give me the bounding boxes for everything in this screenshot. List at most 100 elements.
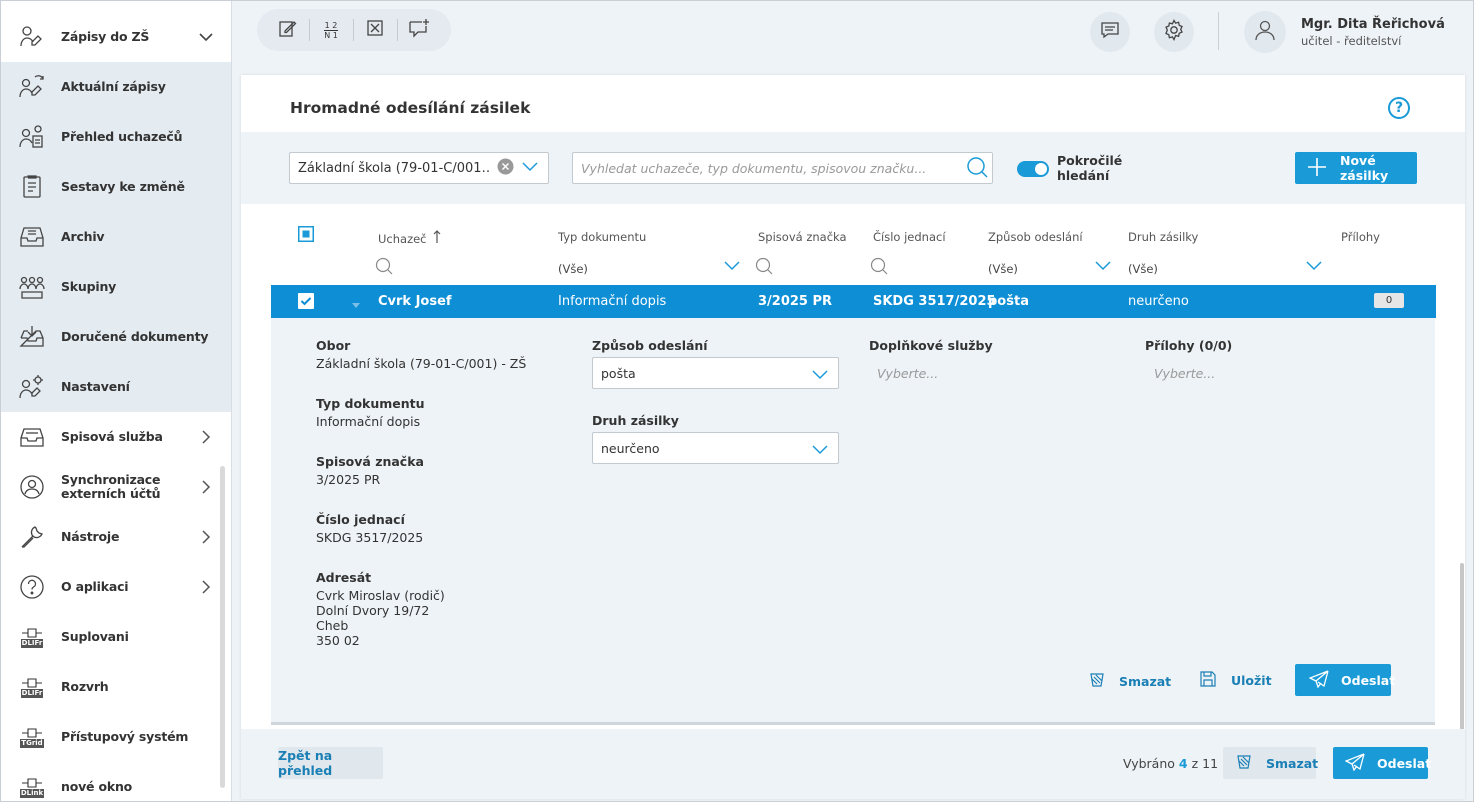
column-header-method[interactable]: Způsob odeslání bbox=[988, 230, 1083, 244]
column-header-file-mark[interactable]: Spisová značka bbox=[758, 230, 847, 244]
kind-filter-select[interactable]: (Vše) bbox=[1128, 262, 1158, 276]
sidebar-item-about[interactable]: O aplikaci bbox=[1, 562, 231, 612]
search-icon[interactable] bbox=[966, 156, 988, 181]
row-detail-panel: Obor Základní škola (79-01-C/001) - ZŠ T… bbox=[271, 318, 1464, 773]
services-select[interactable]: Vyberte... bbox=[877, 366, 938, 381]
sidebar-item-label: Zápisy do ZŠ bbox=[61, 29, 150, 44]
sidebar-item-rozvrh[interactable]: DLIFr Rozvrh bbox=[1, 662, 231, 712]
sidebar-item-current-enrollments[interactable]: Aktuální zápisy bbox=[1, 62, 231, 112]
sidebar-item-sync[interactable]: Synchronizace externích účtů bbox=[1, 462, 231, 512]
table-row[interactable]: Cvrk Josef Informační dopis 3/2025 PR SK… bbox=[271, 285, 1436, 318]
chevron-down-icon[interactable] bbox=[1306, 260, 1322, 274]
sidebar-item-tools[interactable]: Nástroje bbox=[1, 512, 231, 562]
selection-total: 11 bbox=[1202, 756, 1219, 771]
help-button[interactable]: ? bbox=[1388, 97, 1410, 119]
selection-prefix: Vybráno bbox=[1123, 756, 1175, 771]
sidebar-item-label: O aplikaci bbox=[61, 579, 129, 594]
filter-search-icon[interactable] bbox=[870, 257, 888, 278]
column-header-doc-type[interactable]: Typ dokumentu bbox=[558, 230, 646, 244]
advanced-search-toggle[interactable] bbox=[1017, 161, 1049, 177]
sidebar-item-label: Spisová služba bbox=[61, 429, 163, 444]
settings-button[interactable] bbox=[1154, 12, 1194, 52]
applicants-overview-icon bbox=[18, 123, 46, 151]
chevron-right-icon bbox=[201, 579, 211, 599]
send-button[interactable]: Odeslat bbox=[1295, 664, 1395, 696]
new-shipments-button[interactable]: Nové zásilky bbox=[1295, 152, 1417, 184]
filter-search-icon[interactable] bbox=[375, 257, 393, 278]
select-all-checkbox[interactable] bbox=[298, 226, 314, 246]
sidebar-item-reports[interactable]: Sestavy ke změně bbox=[1, 162, 231, 212]
doc-type-filter-select[interactable]: (Vše) bbox=[558, 262, 588, 276]
wrench-icon bbox=[18, 523, 46, 551]
attachments-label: Přílohy (0/0) bbox=[1145, 338, 1233, 353]
dlifr-plugin-icon: DLIFr bbox=[18, 673, 46, 701]
sidebar-item-new-window[interactable]: DLink nové okno bbox=[1, 762, 231, 801]
chevron-down-icon[interactable] bbox=[522, 161, 538, 176]
user-name[interactable]: Mgr. Dita Řeřichová bbox=[1301, 17, 1445, 32]
close-box-button[interactable] bbox=[353, 9, 397, 51]
plugin-badge: DLIFr bbox=[20, 638, 44, 648]
attachments-select[interactable]: Vyberte... bbox=[1154, 366, 1215, 381]
method-filter-select[interactable]: (Vše) bbox=[988, 262, 1018, 276]
bulk-delete-button[interactable]: Smazat bbox=[1223, 747, 1318, 779]
file-mark-label: Spisová značka bbox=[316, 454, 424, 469]
reports-icon bbox=[18, 173, 46, 201]
sidebar-item-settings[interactable]: Nastavení bbox=[1, 362, 231, 412]
kind-select[interactable]: neurčeno bbox=[592, 432, 839, 464]
doc-type-value: Informační dopis bbox=[316, 414, 421, 429]
numbering-button[interactable]: 1 2 N 1 bbox=[309, 9, 353, 51]
sidebar-item-archive[interactable]: Archiv bbox=[1, 212, 231, 262]
attachments-count-badge: 0 bbox=[1374, 293, 1404, 308]
chevron-down-icon[interactable] bbox=[724, 260, 740, 274]
kind-label: Druh zásilky bbox=[592, 413, 679, 428]
sidebar: Zápisy do ZŠ Aktuální zápisy Přehled uch… bbox=[1, 1, 232, 801]
filing-icon bbox=[18, 423, 46, 451]
cell-applicant: Cvrk Josef bbox=[378, 294, 452, 309]
search-input[interactable]: Vyhledat uchazeče, typ dokumentu, spisov… bbox=[572, 152, 993, 184]
back-to-overview-button[interactable]: Zpět na přehled bbox=[278, 747, 383, 779]
horizontal-scrollbar[interactable] bbox=[271, 722, 1435, 725]
filter-search-icon[interactable] bbox=[755, 257, 773, 278]
save-button[interactable]: Uložit bbox=[1199, 670, 1272, 691]
clear-icon[interactable] bbox=[497, 158, 514, 179]
column-header-ref-number[interactable]: Číslo jednací bbox=[873, 230, 946, 244]
chevron-right-icon bbox=[201, 479, 211, 499]
row-checkbox[interactable] bbox=[298, 293, 314, 313]
addressee-line: Cvrk Miroslav (rodič) bbox=[316, 588, 445, 603]
chevron-down-icon[interactable] bbox=[1095, 260, 1111, 274]
sidebar-item-suplovani[interactable]: DLIFr Suplovani bbox=[1, 612, 231, 662]
column-header-attachments[interactable]: Přílohy bbox=[1341, 230, 1380, 244]
add-comment-button[interactable] bbox=[397, 9, 441, 51]
sidebar-item-label: Sestavy ke změně bbox=[61, 179, 185, 194]
method-select[interactable]: pošta bbox=[592, 357, 839, 389]
sidebar-item-access-system[interactable]: TGrid Přístupový systém bbox=[1, 712, 231, 762]
school-select[interactable]: Základní škola (79-01-C/001… bbox=[289, 152, 549, 184]
column-header-kind[interactable]: Druh zásilky bbox=[1128, 230, 1198, 244]
topbar-divider bbox=[1218, 12, 1219, 50]
sidebar-item-label: Suplovani bbox=[61, 629, 129, 644]
add-comment-icon bbox=[408, 18, 430, 42]
column-header-applicant[interactable]: Uchazeč bbox=[378, 230, 441, 246]
sidebar-item-inbox[interactable]: Doručené dokumenty bbox=[1, 312, 231, 362]
cell-ref-number: SKDG 3517/2025 bbox=[873, 294, 996, 309]
gear-icon bbox=[1163, 19, 1185, 45]
numbering-top: 1 2 bbox=[324, 20, 338, 30]
sidebar-item-groups[interactable]: Skupiny bbox=[1, 262, 231, 312]
settings-person-icon bbox=[18, 373, 46, 401]
avatar[interactable] bbox=[1244, 11, 1286, 53]
bulk-send-button[interactable]: Odeslat bbox=[1333, 747, 1431, 779]
sidebar-item-label: Přístupový systém bbox=[61, 729, 189, 744]
sidebar-item-enrollment[interactable]: Zápisy do ZŠ bbox=[1, 12, 231, 62]
delete-button[interactable]: Smazat bbox=[1089, 672, 1171, 691]
edit-button[interactable] bbox=[265, 9, 309, 51]
sidebar-item-applicants-overview[interactable]: Přehled uchazečů bbox=[1, 112, 231, 162]
sidebar-item-filing[interactable]: Spisová služba bbox=[1, 412, 231, 462]
messages-button[interactable] bbox=[1090, 12, 1130, 52]
addressee-line: Cheb bbox=[316, 618, 349, 633]
sidebar-item-label: Nastavení bbox=[61, 379, 130, 394]
send-label: Odeslat bbox=[1341, 672, 1396, 688]
obor-value: Základní škola (79-01-C/001) - ZŠ bbox=[316, 356, 527, 371]
column-filter-row: (Vše) (Vše) (Vše) bbox=[271, 255, 1435, 285]
row-expand-icon[interactable] bbox=[352, 298, 360, 313]
sidebar-scrollbar[interactable] bbox=[220, 466, 225, 788]
